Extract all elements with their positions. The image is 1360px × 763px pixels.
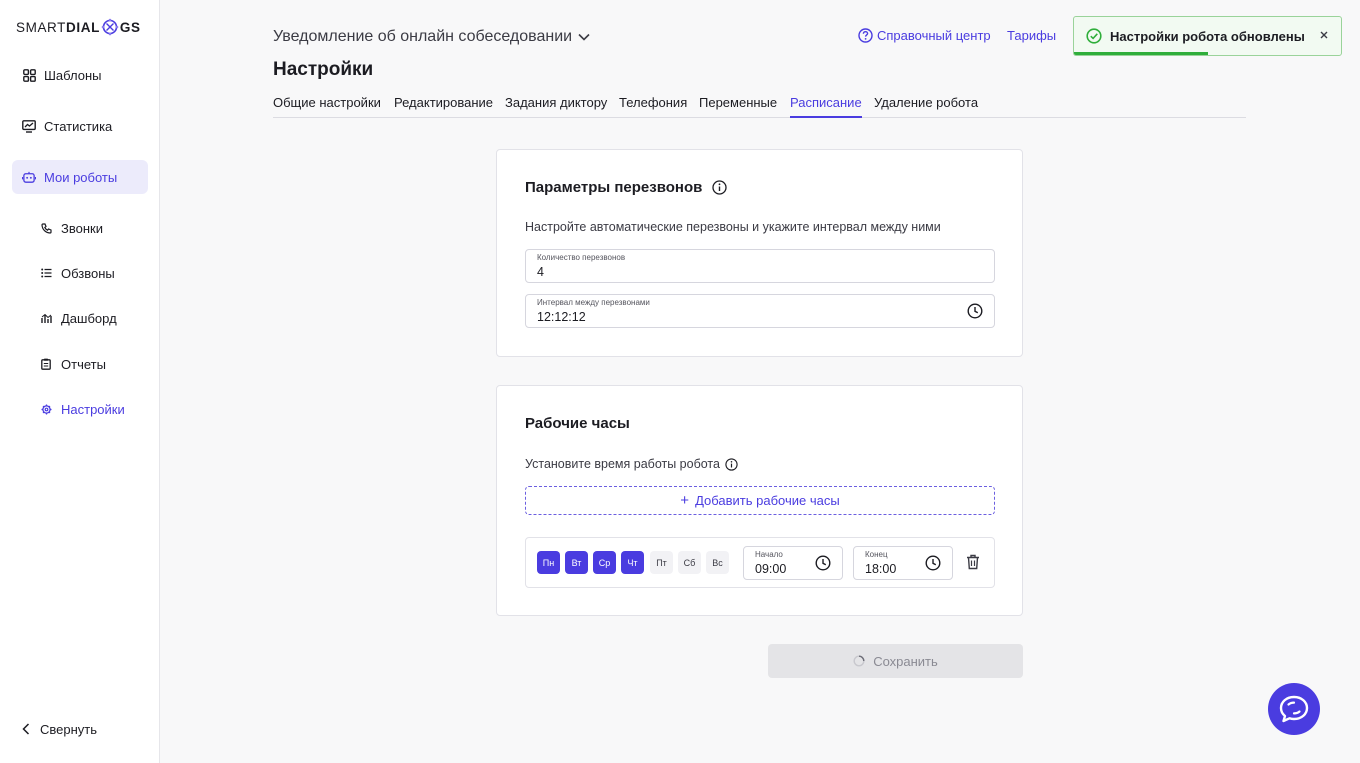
spinner-icon bbox=[853, 655, 865, 667]
support-chat-button[interactable] bbox=[1268, 683, 1320, 735]
redial-count-label: Количество перезвонов bbox=[537, 253, 626, 262]
phone-icon bbox=[40, 222, 52, 234]
day-toggle-fri[interactable]: Пт bbox=[650, 551, 673, 574]
work-hours-description: Установите время работы робота bbox=[525, 457, 738, 471]
day-toggle-sat[interactable]: Сб bbox=[678, 551, 701, 574]
sidebar-subitem-dashboard[interactable]: Дашборд bbox=[40, 308, 117, 328]
add-work-hours-button[interactable]: + Добавить рабочие часы bbox=[525, 486, 995, 515]
logo-text-gs: GS bbox=[119, 19, 141, 35]
sidebar-subitem-settings[interactable]: Настройки bbox=[40, 399, 125, 419]
save-button-label: Сохранить bbox=[873, 653, 938, 669]
robot-name: Уведомление об онлайн собеседовании bbox=[273, 28, 573, 45]
check-circle-icon bbox=[1086, 28, 1102, 44]
redial-description: Настройте автоматические перезвоны и ука… bbox=[525, 220, 941, 234]
sidebar-item-label: Статистика bbox=[44, 118, 113, 134]
clock-icon[interactable] bbox=[815, 555, 831, 571]
redial-interval-input[interactable]: Интервал между перезвонами 12:12:12 bbox=[525, 294, 995, 328]
day-toggle-thu[interactable]: Чт bbox=[621, 551, 644, 574]
info-icon[interactable] bbox=[712, 180, 728, 195]
clock-icon[interactable] bbox=[967, 303, 983, 319]
end-time-label: Конец bbox=[865, 550, 888, 559]
redial-interval-label: Интервал между перезвонами bbox=[537, 298, 650, 307]
sidebar-subitem-label: Отчеты bbox=[61, 356, 106, 372]
sidebar-subitem-campaigns[interactable]: Обзвоны bbox=[40, 263, 115, 283]
chat-icon bbox=[1279, 695, 1309, 723]
toast-message: Настройки робота обновлены bbox=[1110, 29, 1305, 44]
help-center-link[interactable]: Справочный центр bbox=[858, 27, 991, 43]
chart-monitor-icon bbox=[22, 119, 36, 133]
collapse-label: Свернуть bbox=[40, 721, 98, 737]
tab-general[interactable]: Общие настройки bbox=[273, 93, 381, 118]
sidebar: SMART DIAL GS Шаблоны Статистика Мои роб… bbox=[0, 0, 160, 763]
collapse-sidebar-button[interactable]: Свернуть bbox=[22, 719, 97, 739]
tab-variables[interactable]: Переменные bbox=[699, 93, 777, 118]
work-hours-card: Рабочие часы Установите время работы роб… bbox=[496, 385, 1023, 616]
logo-text-dial: DIAL bbox=[66, 19, 100, 35]
grid-icon bbox=[22, 68, 36, 82]
tab-schedule[interactable]: Расписание bbox=[790, 93, 862, 118]
tariffs-link[interactable]: Тарифы bbox=[1007, 27, 1056, 43]
day-toggle-sun[interactable]: Вс bbox=[706, 551, 729, 574]
page-title: Настройки bbox=[273, 59, 374, 80]
toast-progress-bar bbox=[1074, 52, 1208, 55]
day-toggle-mon[interactable]: Пн bbox=[537, 551, 560, 574]
sidebar-subitem-label: Обзвоны bbox=[61, 265, 115, 281]
sidebar-subitem-label: Дашборд bbox=[61, 310, 117, 326]
sidebar-item-my-robots[interactable]: Мои роботы bbox=[12, 160, 148, 194]
logo-mark-icon bbox=[101, 18, 119, 36]
logo-text-smart: SMART bbox=[16, 19, 67, 35]
chevron-down-icon bbox=[578, 33, 590, 41]
help-center-label: Справочный центр bbox=[877, 27, 991, 43]
close-icon[interactable] bbox=[1317, 28, 1331, 42]
settings-tabs: Общие настройки Редактирование Задания д… bbox=[273, 93, 1246, 118]
redial-title-text: Параметры перезвонов bbox=[525, 179, 703, 196]
logo[interactable]: SMART DIAL GS bbox=[16, 17, 141, 37]
sidebar-item-statistics[interactable]: Статистика bbox=[12, 109, 148, 143]
start-time-value: 09:00 bbox=[755, 562, 787, 576]
sidebar-subitem-reports[interactable]: Отчеты bbox=[40, 354, 106, 374]
start-time-input[interactable]: Начало 09:00 bbox=[743, 546, 843, 580]
redial-interval-value: 12:12:12 bbox=[537, 310, 586, 324]
save-button[interactable]: Сохранить bbox=[768, 644, 1023, 678]
plus-icon: + bbox=[680, 492, 690, 509]
robot-icon bbox=[22, 170, 36, 184]
sidebar-item-templates[interactable]: Шаблоны bbox=[12, 58, 148, 92]
sidebar-subitem-label: Настройки bbox=[61, 401, 125, 417]
help-circle-icon bbox=[858, 27, 873, 43]
work-hours-title: Рабочие часы bbox=[525, 415, 630, 432]
tab-announcer-tasks[interactable]: Задания диктору bbox=[505, 93, 607, 118]
work-hours-row: Пн Вт Ср Чт Пт Сб Вс Начало 09:00 Конец … bbox=[525, 537, 995, 588]
redial-title: Параметры перезвонов bbox=[525, 179, 728, 196]
tab-delete-robot[interactable]: Удаление робота bbox=[874, 93, 978, 118]
end-time-value: 18:00 bbox=[865, 562, 897, 576]
gear-icon bbox=[40, 403, 52, 415]
success-toast: Настройки робота обновлены bbox=[1073, 16, 1342, 56]
clipboard-icon bbox=[40, 358, 52, 370]
clock-icon[interactable] bbox=[925, 555, 941, 571]
sidebar-item-label: Шаблоны bbox=[44, 67, 102, 83]
tab-editing[interactable]: Редактирование bbox=[394, 93, 493, 118]
info-icon[interactable] bbox=[725, 457, 738, 471]
day-toggle-tue[interactable]: Вт bbox=[565, 551, 588, 574]
dashboard-icon bbox=[40, 312, 52, 324]
redial-count-value: 4 bbox=[537, 265, 544, 279]
chevron-left-icon bbox=[22, 723, 30, 735]
list-icon bbox=[40, 267, 52, 279]
trash-icon[interactable] bbox=[966, 554, 980, 570]
add-work-hours-label: Добавить рабочие часы bbox=[695, 493, 840, 508]
start-time-label: Начало bbox=[755, 550, 783, 559]
end-time-input[interactable]: Конец 18:00 bbox=[853, 546, 953, 580]
sidebar-subitem-label: Звонки bbox=[61, 220, 103, 236]
sidebar-item-label: Мои роботы bbox=[44, 169, 118, 185]
robot-selector[interactable]: Уведомление об онлайн собеседовании bbox=[273, 26, 590, 48]
work-hours-description-text: Установите время работы робота bbox=[525, 457, 720, 471]
tab-telephony[interactable]: Телефония bbox=[619, 93, 687, 118]
sidebar-subitem-calls[interactable]: Звонки bbox=[40, 218, 103, 238]
redial-count-input[interactable]: Количество перезвонов 4 bbox=[525, 249, 995, 283]
day-toggle-wed[interactable]: Ср bbox=[593, 551, 616, 574]
redial-settings-card: Параметры перезвонов Настройте автоматич… bbox=[496, 149, 1023, 357]
